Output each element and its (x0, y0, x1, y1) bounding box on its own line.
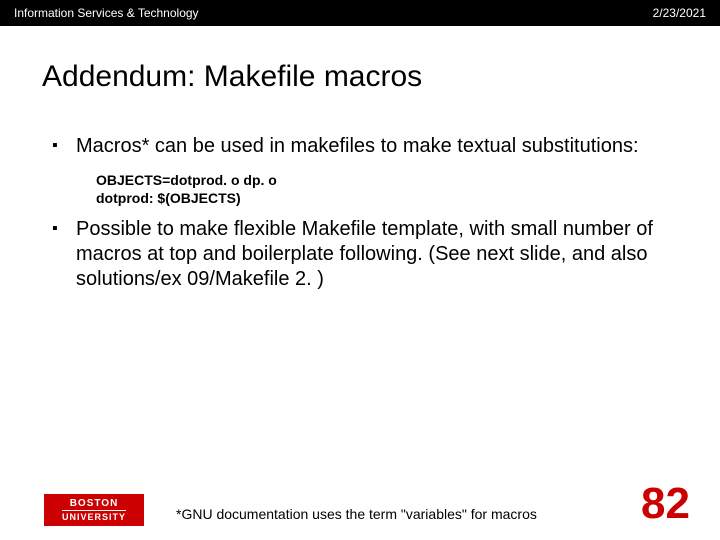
footer: BOSTON UNIVERSITY *GNU documentation use… (0, 482, 720, 526)
bullet-text: Macros* can be used in makefiles to make… (76, 134, 639, 159)
bullet-marker: ▪ (48, 217, 76, 292)
code-line: OBJECTS=dotprod. o dp. o (96, 171, 672, 189)
logo-line2: UNIVERSITY (62, 510, 126, 523)
header-org: Information Services & Technology (14, 6, 199, 20)
slide-content: ▪ Macros* can be used in makefiles to ma… (0, 94, 720, 292)
header-date: 2/23/2021 (653, 6, 706, 20)
bullet-text: Possible to make flexible Makefile templ… (76, 217, 672, 292)
page-number: 82 (641, 482, 700, 526)
slide-title: Addendum: Makefile macros (0, 26, 720, 94)
logo-boston-university: BOSTON UNIVERSITY (44, 494, 144, 526)
footnote: *GNU documentation uses the term "variab… (144, 506, 641, 526)
bullet-item: ▪ Macros* can be used in makefiles to ma… (48, 134, 672, 159)
bullet-marker: ▪ (48, 134, 76, 159)
code-block: OBJECTS=dotprod. o dp. o dotprod: $(OBJE… (48, 167, 672, 217)
header-bar: Information Services & Technology 2/23/2… (0, 0, 720, 26)
logo-line1: BOSTON (70, 498, 119, 509)
bullet-item: ▪ Possible to make flexible Makefile tem… (48, 217, 672, 292)
code-line: dotprod: $(OBJECTS) (96, 189, 672, 207)
